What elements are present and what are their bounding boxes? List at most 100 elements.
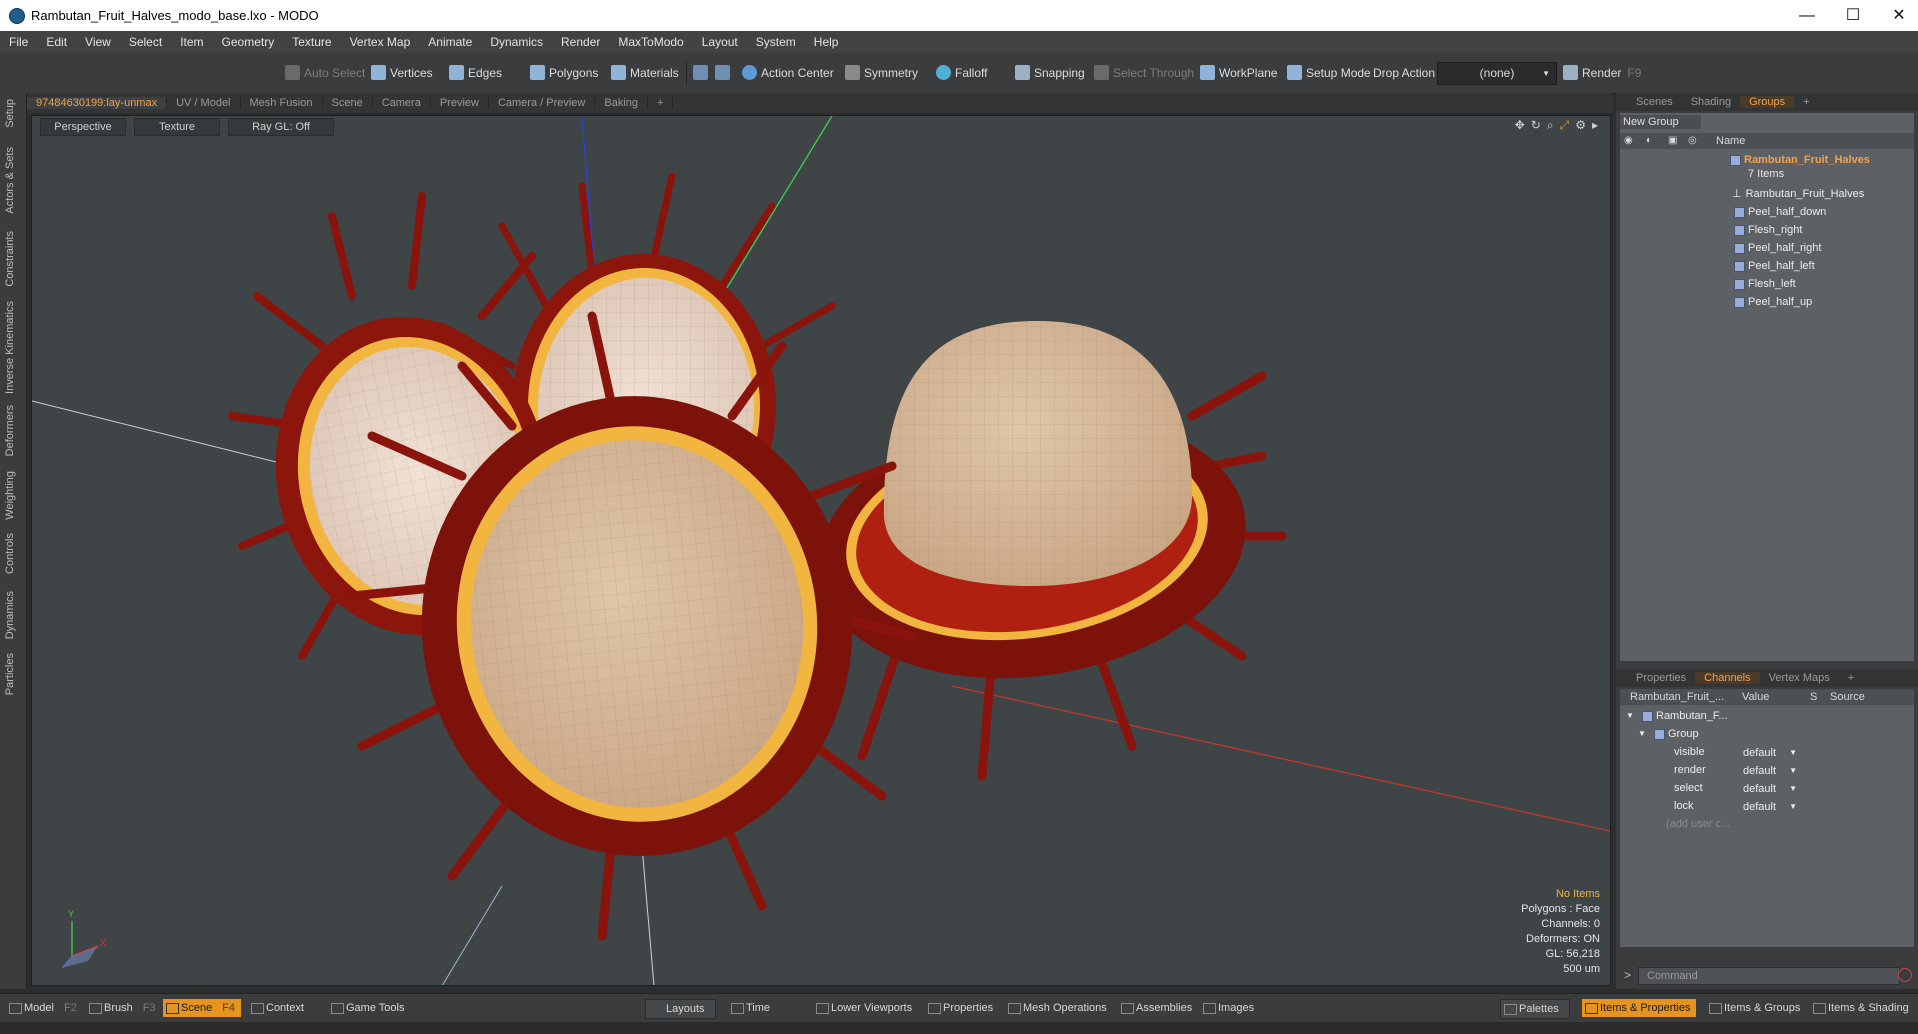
select-through-button[interactable]: Select Through: [1091, 62, 1194, 84]
list-item[interactable]: Peel_half_right: [1620, 239, 1914, 257]
symmetry-button[interactable]: Symmetry: [842, 62, 918, 84]
tab-particles[interactable]: Particles: [4, 653, 16, 695]
channel-row-lock[interactable]: lock default ▼: [1620, 797, 1914, 815]
list-item[interactable]: Flesh_right: [1620, 221, 1914, 239]
items-shading-button[interactable]: Items & Shading: [1810, 999, 1909, 1017]
zoom-view-icon[interactable]: ⌕: [1547, 118, 1554, 133]
game-tools-button[interactable]: Game Tools: [328, 999, 405, 1017]
drop-action-select[interactable]: (none) ▼: [1437, 62, 1557, 85]
add-tab-button[interactable]: +: [1794, 96, 1818, 108]
channel-row-visible[interactable]: visible default ▼: [1620, 743, 1914, 761]
menu-file[interactable]: File: [0, 35, 37, 49]
falloff-button[interactable]: Falloff: [933, 62, 987, 84]
setup-mode-button[interactable]: Setup Mode: [1284, 62, 1371, 84]
rotate-view-icon[interactable]: ↻: [1531, 118, 1541, 133]
close-button[interactable]: ✕: [1876, 0, 1918, 31]
move-view-icon[interactable]: ✥: [1515, 118, 1525, 133]
list-item[interactable]: ⊥ Rambutan_Fruit_Halves: [1620, 185, 1914, 203]
tab-dynamics[interactable]: Dynamics: [4, 591, 16, 639]
menu-item[interactable]: Item: [171, 35, 212, 49]
viewport-settings-icon[interactable]: ⚙: [1575, 118, 1586, 133]
render-value-select[interactable]: default ▼: [1740, 762, 1801, 778]
workplane-button[interactable]: WorkPlane: [1197, 62, 1277, 84]
tab-weighting[interactable]: Weighting: [4, 471, 16, 520]
lock-icon[interactable]: ▣: [1668, 133, 1677, 149]
menu-system[interactable]: System: [747, 35, 805, 49]
tab-mesh-fusion[interactable]: Mesh Fusion: [241, 97, 323, 109]
tab-uv-model[interactable]: UV / Model: [167, 97, 241, 109]
add-user-channel-row[interactable]: (add user c...: [1620, 815, 1914, 833]
view-mode-dropdown[interactable]: Perspective: [40, 118, 126, 136]
assemblies-button[interactable]: Assemblies: [1118, 999, 1192, 1017]
brush-layout-button[interactable]: Brush F3: [86, 999, 156, 1017]
auto-select-button[interactable]: Auto Select: [282, 62, 365, 84]
lock-value-select[interactable]: default ▼: [1740, 798, 1801, 814]
select-value-select[interactable]: default ▼: [1740, 780, 1801, 796]
tab-controls[interactable]: Controls: [4, 533, 16, 574]
menu-layout[interactable]: Layout: [693, 35, 747, 49]
menu-vertex-map[interactable]: Vertex Map: [341, 35, 420, 49]
tab-baking[interactable]: Baking: [595, 97, 649, 109]
materials-button[interactable]: Materials: [608, 62, 679, 84]
polygons-button[interactable]: Polygons: [527, 62, 598, 84]
channel-root-row[interactable]: ▼ Rambutan_F...: [1620, 707, 1914, 725]
add-tab-button[interactable]: +: [648, 97, 674, 109]
menu-help[interactable]: Help: [805, 35, 848, 49]
shading-mode-dropdown[interactable]: Texture: [134, 118, 220, 136]
menu-select[interactable]: Select: [120, 35, 171, 49]
tab-setup[interactable]: Setup: [4, 99, 16, 128]
maximize-button[interactable]: ☐: [1830, 0, 1876, 31]
action-center-button[interactable]: Action Center: [739, 62, 834, 84]
channel-row-render[interactable]: render default ▼: [1620, 761, 1914, 779]
model-layout-button[interactable]: Model F2: [6, 999, 77, 1017]
component-mode-button[interactable]: [690, 62, 708, 84]
add-tab-button[interactable]: +: [1839, 672, 1863, 684]
list-item[interactable]: Peel_half_left: [1620, 257, 1914, 275]
items-properties-button[interactable]: Items & Properties: [1582, 999, 1697, 1017]
tab-constraints[interactable]: Constraints: [4, 231, 16, 287]
tab-properties[interactable]: Properties: [1616, 672, 1695, 684]
context-layout-button[interactable]: Context: [248, 999, 304, 1017]
snapping-button[interactable]: Snapping: [1012, 62, 1085, 84]
palettes-button[interactable]: Palettes: [1500, 999, 1570, 1019]
new-group-button[interactable]: New Group: [1620, 115, 1701, 129]
time-button[interactable]: Time: [728, 999, 770, 1017]
tab-preview[interactable]: Preview: [431, 97, 489, 109]
render-toggle-icon[interactable]: ◐: [1646, 133, 1652, 149]
tab-scenes[interactable]: Scenes: [1616, 96, 1682, 108]
menu-dynamics[interactable]: Dynamics: [481, 35, 552, 49]
properties-button[interactable]: Properties: [925, 999, 993, 1017]
tab-layout[interactable]: 97484630199:lay-unmax: [27, 97, 168, 109]
channel-group-row[interactable]: ▼ Group: [1620, 725, 1914, 743]
tab-deformers[interactable]: Deformers: [4, 405, 16, 456]
images-button[interactable]: Images: [1200, 999, 1254, 1017]
menu-texture[interactable]: Texture: [283, 35, 340, 49]
tab-camera-preview[interactable]: Camera / Preview: [489, 97, 596, 109]
render-button[interactable]: Render F9: [1560, 62, 1641, 84]
viewport-menu-icon[interactable]: ▸: [1592, 118, 1598, 133]
maximize-view-icon[interactable]: ⤢: [1560, 118, 1570, 133]
list-item[interactable]: Peel_half_down: [1620, 203, 1914, 221]
menu-geometry[interactable]: Geometry: [213, 35, 284, 49]
menu-animate[interactable]: Animate: [419, 35, 481, 49]
menu-view[interactable]: View: [76, 35, 120, 49]
tab-scene[interactable]: Scene: [323, 97, 373, 109]
record-icon[interactable]: [1898, 968, 1912, 982]
command-input[interactable]: Command: [1638, 967, 1900, 985]
tab-actors-sets[interactable]: Actors & Sets: [4, 147, 16, 214]
list-item[interactable]: Peel_half_up: [1620, 293, 1914, 311]
visible-value-select[interactable]: default ▼: [1740, 744, 1801, 760]
eye-icon[interactable]: ◉: [1624, 133, 1633, 149]
3d-viewport[interactable]: Y X Perspective Texture Ray GL: Off ✥ ↻ …: [31, 115, 1611, 986]
list-item[interactable]: Flesh_left: [1620, 275, 1914, 293]
minimize-button[interactable]: —: [1784, 0, 1830, 31]
layouts-button[interactable]: Layouts: [645, 999, 716, 1019]
scene-layout-button[interactable]: Scene F4: [163, 999, 242, 1017]
tab-shading[interactable]: Shading: [1682, 96, 1740, 108]
menu-render[interactable]: Render: [552, 35, 609, 49]
lower-viewports-button[interactable]: Lower Viewports: [813, 999, 912, 1017]
menu-maxtomodo[interactable]: MaxToModo: [609, 35, 692, 49]
tab-channels[interactable]: Channels: [1695, 672, 1760, 684]
tab-inverse-kinematics[interactable]: Inverse Kinematics: [4, 301, 16, 394]
menu-edit[interactable]: Edit: [37, 35, 76, 49]
